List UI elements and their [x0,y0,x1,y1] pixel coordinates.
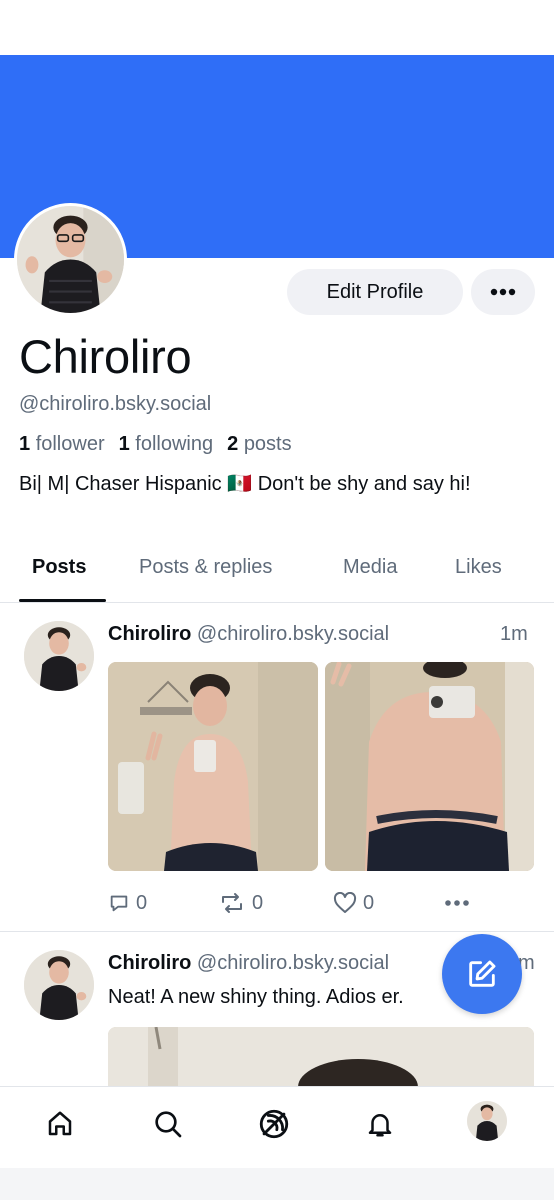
post-image[interactable] [108,662,318,871]
ellipsis-icon [490,288,516,296]
compose-icon [469,960,496,987]
profile-display-name: Chiroliro [19,330,192,383]
like-count: 0 [363,891,375,914]
post-handle[interactable]: @chiroliro.bsky.social [197,952,389,974]
post-avatar-image [24,621,94,691]
post-handle[interactable]: @chiroliro.bsky.social [197,623,389,645]
followers-label: follower [35,433,105,455]
followers-link[interactable]: 1 follower [19,433,105,455]
post-image-content [108,662,318,871]
post-divider [0,931,554,932]
nav-profile-avatar[interactable] [467,1101,507,1141]
profile-avatar-image [17,206,124,313]
profile-avatar[interactable] [14,203,127,316]
like-button[interactable]: 0 [333,890,374,916]
post-header: Chiroliro @chiroliro.bsky.social [108,952,389,975]
nav-home[interactable] [40,1104,80,1144]
reply-icon [110,895,128,912]
reply-count: 0 [136,891,148,914]
post-header: Chiroliro @chiroliro.bsky.social [108,623,389,646]
posts-label: posts [243,433,292,455]
nav-notifications[interactable] [360,1104,400,1144]
post-image[interactable] [325,662,534,871]
following-count: 1 [118,433,130,455]
tab-likes[interactable]: Likes [455,556,502,579]
post-avatar[interactable] [24,621,94,691]
profile-stats: 1 follower 1 following 2 posts [19,433,292,456]
following-link[interactable]: 1 following [119,433,214,455]
post-timestamp[interactable]: 1m [500,623,528,646]
repost-icon [222,893,242,913]
posts-stat: 2 posts [227,433,292,455]
profile-bio: Bi| M| Chaser Hispanic 🇲🇽 Don't be shy a… [19,473,471,495]
avatar [467,1101,507,1141]
tab-posts[interactable]: Posts [32,556,86,579]
system-gesture-area [0,1168,554,1200]
edit-profile-button[interactable]: Edit Profile [287,269,463,315]
post-text: Neat! A new shiny thing. Adios er. [108,986,404,1008]
heart-icon [333,892,357,913]
active-tab-indicator [19,599,106,602]
post-avatar-image [24,950,94,1020]
nav-feeds[interactable] [254,1104,294,1144]
status-bar [0,0,554,55]
post-image-content [108,1027,534,1087]
post-more-button[interactable] [444,890,476,916]
repost-button[interactable]: 0 [218,890,263,916]
post-avatar[interactable] [24,950,94,1020]
nav-search[interactable] [148,1104,188,1144]
post-image-content [325,662,534,871]
ellipsis-icon [445,900,469,906]
post-author[interactable]: Chiroliro [108,952,191,974]
post-author[interactable]: Chiroliro [108,623,191,645]
profile-tabs: Posts Posts & replies Media Likes [0,542,554,603]
reply-button[interactable]: 0 [108,890,147,916]
posts-count: 2 [227,433,239,455]
tab-media[interactable]: Media [343,556,397,579]
profile-more-button[interactable] [471,269,535,315]
feeds-icon [259,1109,289,1139]
bell-icon [368,1114,392,1137]
followers-count: 1 [19,433,31,455]
compose-button[interactable] [442,934,522,1014]
tab-posts-and-replies[interactable]: Posts & replies [139,556,272,579]
bottom-navigation [0,1086,554,1168]
profile-handle: @chiroliro.bsky.social [19,393,212,415]
post-image[interactable] [108,1027,534,1087]
repost-count: 0 [252,891,264,914]
home-icon [48,1111,72,1136]
search-icon [155,1111,182,1138]
following-label: following [135,433,214,455]
